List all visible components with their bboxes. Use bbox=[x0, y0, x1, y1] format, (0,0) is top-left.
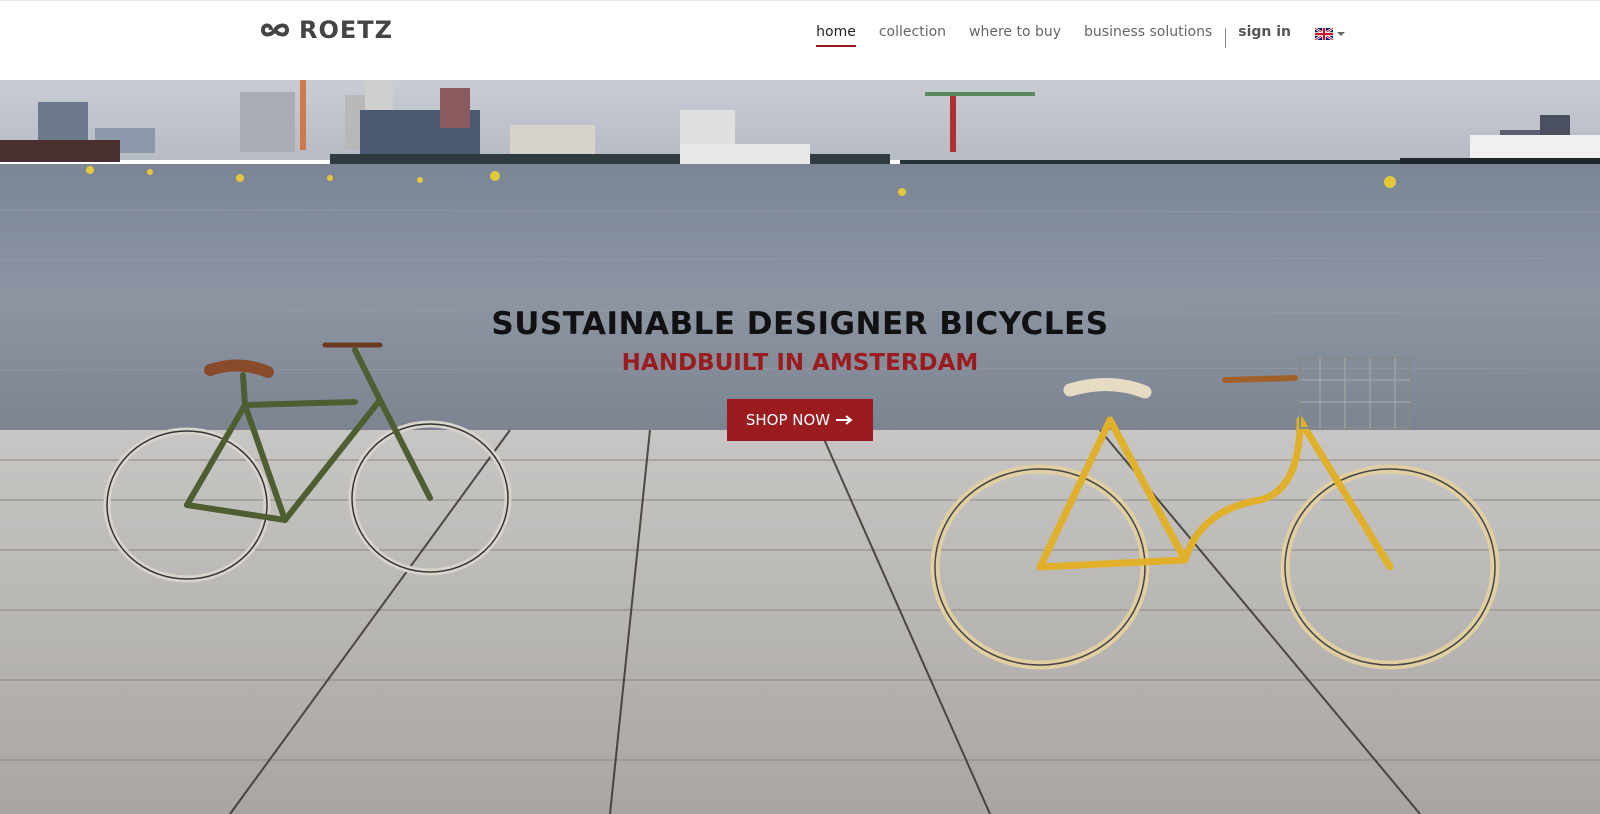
nav-item-business-solutions[interactable]: business solutions bbox=[1084, 24, 1212, 44]
hero-subtitle: HANDBUILT IN AMSTERDAM bbox=[621, 350, 979, 376]
site-header: ROETZ home collection where to buy busin… bbox=[0, 0, 1600, 80]
hero-title: SUSTAINABLE DESIGNER BICYCLES bbox=[491, 306, 1109, 342]
logo[interactable]: ROETZ bbox=[257, 15, 393, 45]
nav-item-where-to-buy[interactable]: where to buy bbox=[969, 24, 1061, 44]
uk-flag-icon bbox=[1315, 28, 1333, 40]
sign-in-link[interactable]: sign in bbox=[1238, 24, 1291, 44]
nav-item-home[interactable]: home bbox=[816, 24, 856, 47]
main-nav: home collection where to buy business so… bbox=[816, 19, 1345, 49]
infinity-logo-icon bbox=[260, 23, 290, 37]
nav-divider bbox=[1225, 28, 1227, 48]
language-selector[interactable] bbox=[1315, 28, 1345, 40]
hero-banner: SUSTAINABLE DESIGNER BICYCLES HANDBUILT … bbox=[0, 80, 1600, 814]
brand-name: ROETZ bbox=[299, 16, 394, 44]
shop-now-label: SHOP NOW bbox=[745, 411, 831, 429]
chevron-down-icon bbox=[1337, 32, 1345, 36]
hero-background-image bbox=[0, 80, 1600, 814]
arrow-right-icon bbox=[836, 415, 853, 425]
nav-item-collection[interactable]: collection bbox=[879, 24, 946, 44]
shop-now-button[interactable]: SHOP NOW bbox=[727, 399, 873, 441]
